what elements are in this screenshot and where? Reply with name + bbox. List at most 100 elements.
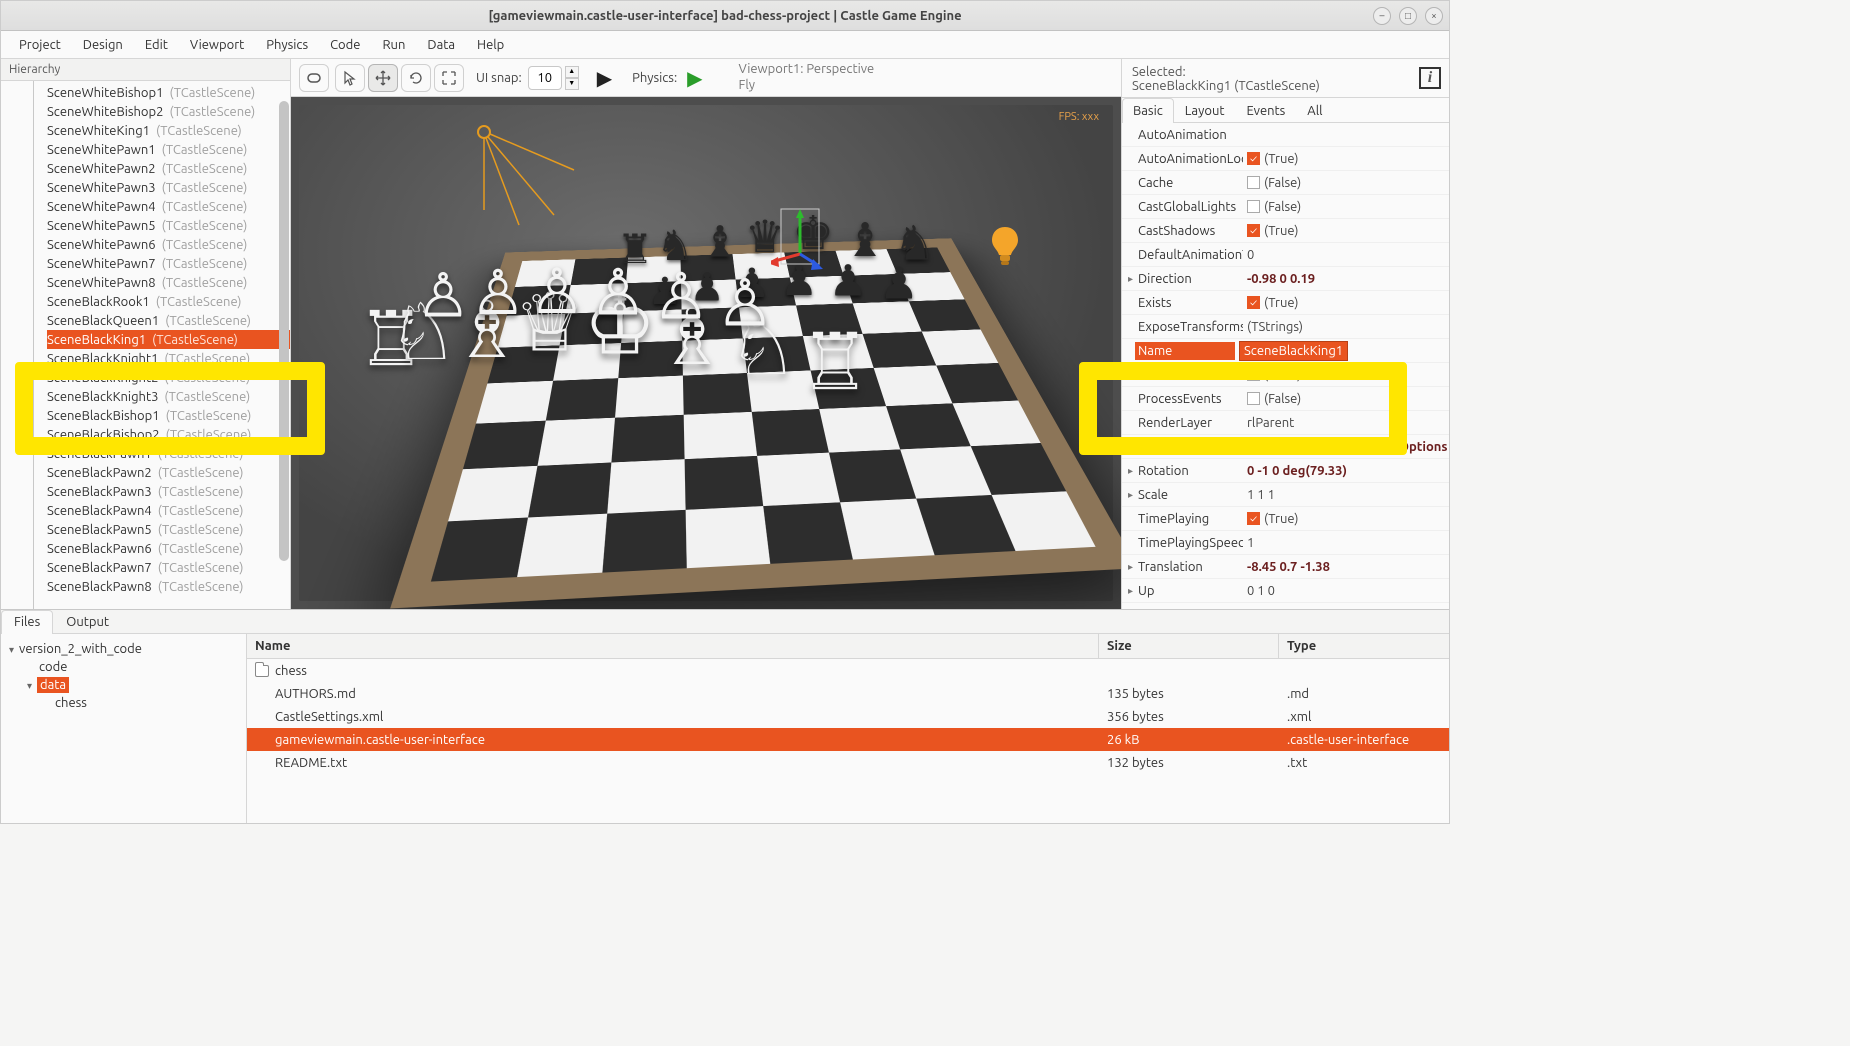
- property-value[interactable]: (False): [1243, 200, 1449, 214]
- file-tree-item[interactable]: code: [5, 658, 242, 676]
- property-value[interactable]: ✓(True): [1243, 296, 1449, 310]
- checkbox[interactable]: [1247, 200, 1260, 213]
- property-row[interactable]: ▸Translation-8.45 0.7 -1.38: [1122, 555, 1449, 579]
- checkbox[interactable]: ✓: [1247, 152, 1260, 165]
- property-value[interactable]: 1: [1243, 536, 1449, 550]
- property-value[interactable]: (False): [1243, 368, 1449, 382]
- hierarchy-item[interactable]: SceneBlackKnight3(TCastleScene): [47, 387, 290, 406]
- hierarchy-item[interactable]: SceneBlackKing1(TCastleScene): [47, 330, 290, 349]
- file-row[interactable]: CastleSettings.xml356 bytes.xml: [247, 705, 1449, 728]
- close-button[interactable]: ×: [1425, 7, 1443, 25]
- property-row[interactable]: Exists✓(True): [1122, 291, 1449, 315]
- expand-caret-icon[interactable]: ▸: [1128, 465, 1138, 477]
- inspector-tab-basic[interactable]: Basic: [1122, 98, 1174, 123]
- file-row[interactable]: chess: [247, 659, 1449, 682]
- ui-snap-input[interactable]: [528, 66, 562, 90]
- col-name[interactable]: Name: [247, 634, 1099, 658]
- hierarchy-item[interactable]: SceneBlackQueen1(TCastleScene): [47, 311, 290, 330]
- hierarchy-item[interactable]: SceneWhiteBishop1(TCastleScene): [47, 83, 290, 102]
- hierarchy-item[interactable]: SceneBlackPawn1(TCastleScene): [47, 444, 290, 463]
- inspector-tab-events[interactable]: Events: [1235, 98, 1296, 123]
- bottom-tab-files[interactable]: Files: [1, 610, 53, 634]
- property-value[interactable]: 0: [1243, 248, 1449, 262]
- hierarchy-tree[interactable]: SceneWhiteBishop1(TCastleScene) SceneWhit…: [1, 81, 290, 609]
- hierarchy-item[interactable]: SceneBlackKnight1(TCastleScene): [47, 349, 290, 368]
- property-value[interactable]: -0.98 0 0.19: [1243, 272, 1449, 286]
- hierarchy-item[interactable]: SceneBlackPawn5(TCastleScene): [47, 520, 290, 539]
- inspector-tab-layout[interactable]: Layout: [1174, 98, 1236, 123]
- property-value[interactable]: rlParent: [1243, 416, 1449, 430]
- maximize-button[interactable]: □: [1399, 7, 1417, 25]
- col-type[interactable]: Type: [1279, 634, 1449, 658]
- menu-help[interactable]: Help: [467, 34, 514, 56]
- minimize-button[interactable]: –: [1373, 7, 1391, 25]
- property-row[interactable]: ▸RenderOptionsSceneBlackKing1.RenderOpti…: [1122, 435, 1449, 459]
- checkbox[interactable]: [1247, 176, 1260, 189]
- property-row[interactable]: DefaultAnimationTransition0: [1122, 243, 1449, 267]
- hierarchy-item[interactable]: SceneWhitePawn1(TCastleScene): [47, 140, 290, 159]
- hierarchy-item[interactable]: SceneBlackPawn7(TCastleScene): [47, 558, 290, 577]
- property-value[interactable]: 1 1 1: [1243, 488, 1449, 502]
- property-row[interactable]: CastShadows✓(True): [1122, 219, 1449, 243]
- property-value[interactable]: 0 1 0: [1243, 584, 1449, 598]
- menu-design[interactable]: Design: [73, 34, 133, 56]
- hierarchy-item[interactable]: SceneWhitePawn3(TCastleScene): [47, 178, 290, 197]
- property-value[interactable]: SceneBlackKing1: [1235, 341, 1449, 361]
- menu-code[interactable]: Code: [320, 34, 370, 56]
- property-row[interactable]: RenderLayerrlParent: [1122, 411, 1449, 435]
- property-value[interactable]: (False): [1243, 176, 1449, 190]
- property-row[interactable]: NameSceneBlackKing1: [1122, 339, 1449, 363]
- hierarchy-item[interactable]: SceneBlackBishop2(TCastleScene): [47, 425, 290, 444]
- property-row[interactable]: AutoAnimation: [1122, 123, 1449, 147]
- hierarchy-item[interactable]: SceneWhiteKing1(TCastleScene): [47, 121, 290, 140]
- file-tree-item[interactable]: chess: [5, 694, 242, 712]
- property-row[interactable]: CastGlobalLights(False): [1122, 195, 1449, 219]
- property-value[interactable]: 0 -1 0 deg(79.33): [1243, 464, 1449, 478]
- property-row[interactable]: PreciseCollisions(False): [1122, 363, 1449, 387]
- play-button[interactable]: ▶: [597, 66, 612, 90]
- checkbox[interactable]: ✓: [1247, 296, 1260, 309]
- hierarchy-item[interactable]: SceneWhitePawn4(TCastleScene): [47, 197, 290, 216]
- property-row[interactable]: ProcessEvents(False): [1122, 387, 1449, 411]
- file-row[interactable]: README.txt132 bytes.txt: [247, 751, 1449, 774]
- hierarchy-item[interactable]: SceneBlackPawn6(TCastleScene): [47, 539, 290, 558]
- hierarchy-item[interactable]: SceneBlackPawn2(TCastleScene): [47, 463, 290, 482]
- property-row[interactable]: TimePlayingSpeed1: [1122, 531, 1449, 555]
- checkbox[interactable]: ✓: [1247, 224, 1260, 237]
- property-row[interactable]: TimePlaying✓(True): [1122, 507, 1449, 531]
- property-value[interactable]: (False): [1243, 392, 1449, 406]
- checkbox[interactable]: [1247, 392, 1260, 405]
- hierarchy-item[interactable]: SceneWhitePawn7(TCastleScene): [47, 254, 290, 273]
- expand-caret-icon[interactable]: ▸: [1128, 561, 1138, 573]
- file-row[interactable]: AUTHORS.md135 bytes.md: [247, 682, 1449, 705]
- property-value[interactable]: SceneBlackKing1.RenderOptions: [1243, 440, 1449, 454]
- property-value[interactable]: ✓(True): [1243, 224, 1449, 238]
- menu-viewport[interactable]: Viewport: [180, 34, 254, 56]
- property-row[interactable]: Cache(False): [1122, 171, 1449, 195]
- menu-project[interactable]: Project: [9, 34, 71, 56]
- hierarchy-item[interactable]: SceneBlackPawn4(TCastleScene): [47, 501, 290, 520]
- checkbox[interactable]: ✓: [1247, 512, 1260, 525]
- bottom-tab-output[interactable]: Output: [53, 610, 122, 633]
- tool-rotate[interactable]: [401, 64, 431, 92]
- hierarchy-item[interactable]: SceneBlackBishop1(TCastleScene): [47, 406, 290, 425]
- tool-rect-select[interactable]: [299, 64, 329, 92]
- property-row[interactable]: AutoAnimationLoop✓(True): [1122, 147, 1449, 171]
- hierarchy-item[interactable]: SceneBlackPawn8(TCastleScene): [47, 577, 290, 596]
- inspector-tab-all[interactable]: All: [1296, 98, 1333, 123]
- tool-scale[interactable]: [434, 64, 464, 92]
- viewport-3d[interactable]: FPS: xxx ♜ ♞ ♝ ♛ ♚: [291, 97, 1121, 609]
- property-row[interactable]: ExposeTransforms(TStrings): [1122, 315, 1449, 339]
- scrollbar-thumb[interactable]: [279, 101, 289, 561]
- expand-caret-icon[interactable]: ▸: [1128, 585, 1138, 597]
- hierarchy-item[interactable]: SceneBlackKnight2(TCastleScene): [47, 368, 290, 387]
- file-list-body[interactable]: chessAUTHORS.md135 bytes.mdCastleSetting…: [247, 659, 1449, 823]
- col-size[interactable]: Size: [1099, 634, 1279, 658]
- property-value[interactable]: ✓(True): [1243, 512, 1449, 526]
- tool-pointer[interactable]: [335, 64, 365, 92]
- property-row[interactable]: ▸Direction-0.98 0 0.19: [1122, 267, 1449, 291]
- menu-edit[interactable]: Edit: [135, 34, 178, 56]
- property-row[interactable]: ▸Up0 1 0: [1122, 579, 1449, 603]
- expand-caret-icon[interactable]: ▸: [1128, 441, 1138, 453]
- property-value[interactable]: -8.45 0.7 -1.38: [1243, 560, 1449, 574]
